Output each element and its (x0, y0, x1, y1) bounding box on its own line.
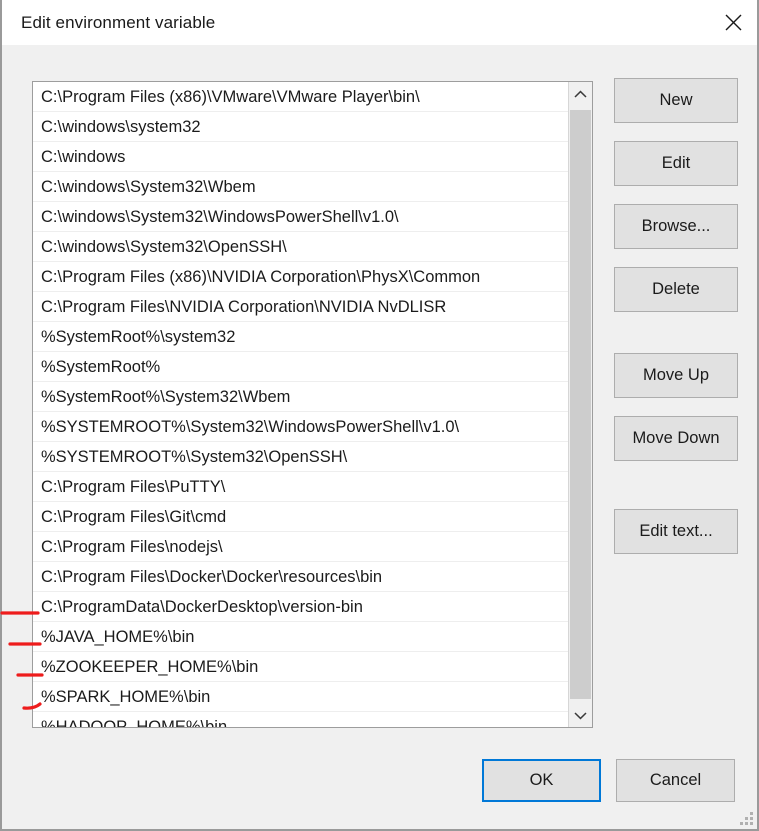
list-item[interactable]: C:\ProgramData\DockerDesktop\version-bin (33, 592, 569, 622)
chevron-down-icon[interactable] (569, 703, 592, 727)
dialog-body: C:\Program Files (x86)\VMware\VMware Pla… (2, 45, 757, 829)
scrollbar-thumb[interactable] (570, 110, 591, 699)
action-button-column: New Edit Browse... Delete Move Up Move D… (614, 78, 738, 554)
list-item[interactable]: %SYSTEMROOT%\System32\WindowsPowerShell\… (33, 412, 569, 442)
list-item[interactable]: C:\Program Files\Git\cmd (33, 502, 569, 532)
edit-text-button[interactable]: Edit text... (614, 509, 738, 554)
new-button[interactable]: New (614, 78, 738, 123)
list-item[interactable]: %SYSTEMROOT%\System32\OpenSSH\ (33, 442, 569, 472)
list-item[interactable]: C:\windows\System32\Wbem (33, 172, 569, 202)
chevron-up-icon[interactable] (569, 82, 592, 106)
list-item[interactable]: C:\Program Files\NVIDIA Corporation\NVID… (33, 292, 569, 322)
list-item[interactable]: C:\windows (33, 142, 569, 172)
list-item[interactable]: %SystemRoot%\system32 (33, 322, 569, 352)
path-list[interactable]: C:\Program Files (x86)\VMware\VMware Pla… (33, 82, 569, 727)
dialog-footer: OK Cancel (2, 743, 757, 829)
dialog-title: Edit environment variable (21, 13, 216, 32)
list-item[interactable]: %SystemRoot%\System32\Wbem (33, 382, 569, 412)
title-bar: Edit environment variable (2, 0, 757, 45)
list-scrollbar[interactable] (568, 82, 592, 727)
list-item[interactable]: C:\Program Files\PuTTY\ (33, 472, 569, 502)
move-up-button[interactable]: Move Up (614, 353, 738, 398)
list-item[interactable]: %SPARK_HOME%\bin (33, 682, 569, 712)
ok-button[interactable]: OK (482, 759, 601, 802)
list-item[interactable]: C:\Program Files (x86)\VMware\VMware Pla… (33, 82, 569, 112)
list-item[interactable]: C:\windows\System32\OpenSSH\ (33, 232, 569, 262)
list-item[interactable]: %JAVA_HOME%\bin (33, 622, 569, 652)
delete-button[interactable]: Delete (614, 267, 738, 312)
list-item[interactable]: C:\windows\system32 (33, 112, 569, 142)
resize-grip[interactable] (739, 811, 753, 825)
move-down-button[interactable]: Move Down (614, 416, 738, 461)
list-item[interactable]: %HADOOP_HOME%\bin (33, 712, 569, 727)
list-item[interactable]: C:\Program Files\Docker\Docker\resources… (33, 562, 569, 592)
cancel-button[interactable]: Cancel (616, 759, 735, 802)
edit-environment-variable-dialog: Edit environment variable C:\Program Fil… (0, 0, 759, 831)
list-item[interactable]: C:\Program Files\nodejs\ (33, 532, 569, 562)
path-list-box[interactable]: C:\Program Files (x86)\VMware\VMware Pla… (32, 81, 593, 728)
list-item[interactable]: %ZOOKEEPER_HOME%\bin (33, 652, 569, 682)
close-icon[interactable] (710, 0, 757, 45)
browse-button[interactable]: Browse... (614, 204, 738, 249)
list-item[interactable]: C:\Program Files (x86)\NVIDIA Corporatio… (33, 262, 569, 292)
list-item[interactable]: %SystemRoot% (33, 352, 569, 382)
edit-button[interactable]: Edit (614, 141, 738, 186)
list-item[interactable]: C:\windows\System32\WindowsPowerShell\v1… (33, 202, 569, 232)
